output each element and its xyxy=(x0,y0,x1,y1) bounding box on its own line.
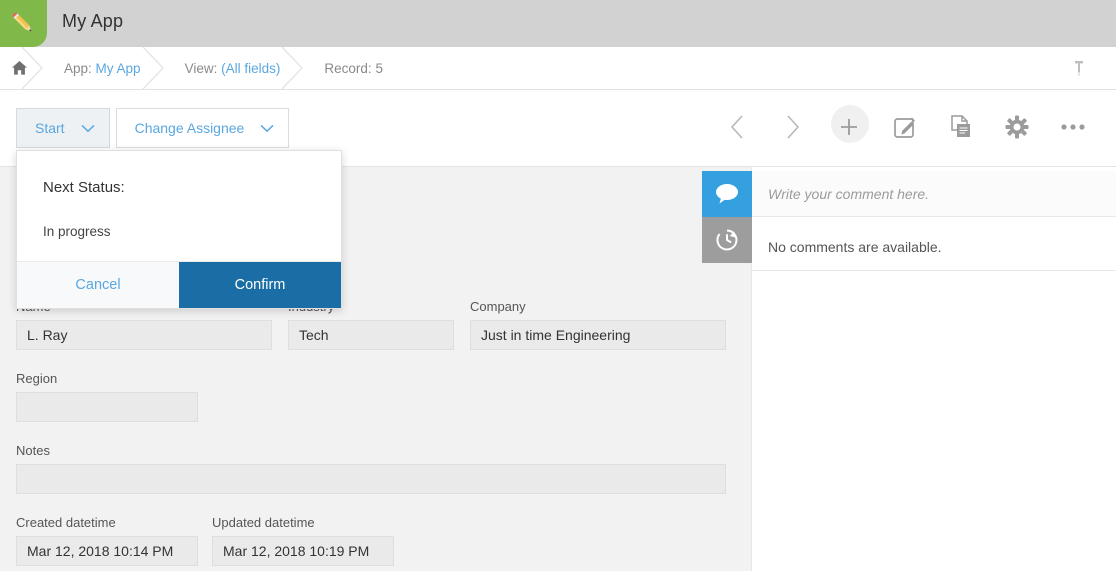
app-header: My App xyxy=(0,0,1116,47)
field-label-notes: Notes xyxy=(16,443,50,458)
comments-divider xyxy=(752,270,1116,271)
popup-actions: Cancel Confirm xyxy=(17,261,341,308)
change-assignee-button[interactable]: Change Assignee xyxy=(115,108,290,148)
breadcrumb: App: My App View: (All fields) Record: 5 xyxy=(0,47,1116,90)
chevron-down-icon xyxy=(81,120,95,136)
previous-record-icon[interactable] xyxy=(716,104,758,150)
breadcrumb-record-value: 5 xyxy=(375,60,383,76)
breadcrumb-app-value[interactable]: My App xyxy=(96,61,141,76)
breadcrumb-separator xyxy=(21,47,43,89)
field-input-notes[interactable] xyxy=(16,464,726,494)
field-input-updated-datetime[interactable]: Mar 12, 2018 10:19 PM xyxy=(212,536,394,566)
workflow-button-group: Start Change Assignee xyxy=(16,108,295,148)
more-options-icon[interactable] xyxy=(1052,104,1094,150)
pencil-app-icon xyxy=(0,0,47,47)
field-label-created-datetime: Created datetime xyxy=(16,515,116,530)
copy-record-icon[interactable] xyxy=(940,104,982,150)
next-record-icon[interactable] xyxy=(772,104,814,150)
field-input-created-datetime[interactable]: Mar 12, 2018 10:14 PM xyxy=(16,536,198,566)
comments-panel: Write your comment here. No comments are… xyxy=(702,167,1116,571)
breadcrumb-record-label: Record: xyxy=(324,60,372,76)
field-label-updated-datetime: Updated datetime xyxy=(212,515,315,530)
comment-input-placeholder: Write your comment here. xyxy=(768,185,930,202)
chevron-down-icon xyxy=(260,120,274,136)
add-record-icon[interactable] xyxy=(828,104,870,150)
start-button-label: Start xyxy=(35,120,65,136)
breadcrumb-item-app[interactable]: App: My App xyxy=(42,47,164,89)
comments-tab[interactable] xyxy=(702,171,752,217)
breadcrumb-view-label: View: xyxy=(184,60,218,76)
breadcrumb-home[interactable] xyxy=(0,47,43,89)
settings-icon[interactable] xyxy=(996,104,1038,150)
field-created-datetime: Created datetime Mar 12, 2018 10:14 PM xyxy=(16,515,198,566)
field-region: Region xyxy=(16,371,198,422)
field-input-region[interactable] xyxy=(16,392,198,422)
breadcrumb-separator xyxy=(142,47,164,89)
breadcrumb-view-value[interactable]: (All fields) xyxy=(221,61,280,76)
field-input-name[interactable]: L. Ray xyxy=(16,320,272,350)
toolbar-icon-group xyxy=(716,104,1094,150)
next-status-popup: Next Status: In progress Cancel Confirm xyxy=(16,150,342,309)
breadcrumb-item-view[interactable]: View: (All fields) xyxy=(163,47,304,89)
confirm-button[interactable]: Confirm xyxy=(179,262,341,308)
breadcrumb-separator xyxy=(281,47,304,89)
history-clock-icon xyxy=(716,229,738,251)
popup-title: Next Status: xyxy=(43,179,125,196)
app-root: My App App: My App View: (All fields) Re… xyxy=(0,0,1116,571)
breadcrumb-app-label: App: xyxy=(64,60,92,76)
change-assignee-label: Change Assignee xyxy=(134,120,245,136)
cancel-button[interactable]: Cancel xyxy=(17,262,179,308)
field-updated-datetime: Updated datetime Mar 12, 2018 10:19 PM xyxy=(212,515,394,566)
field-notes: Notes xyxy=(16,443,726,494)
field-input-industry[interactable]: Tech xyxy=(288,320,454,350)
start-button[interactable]: Start xyxy=(16,108,110,148)
popup-body: Next Status: In progress xyxy=(17,151,341,261)
popup-next-status-value: In progress xyxy=(43,224,111,239)
pin-icon[interactable] xyxy=(1070,59,1088,79)
app-title: My App xyxy=(62,11,124,31)
edit-record-icon[interactable] xyxy=(884,104,926,150)
field-label-region: Region xyxy=(16,371,58,386)
field-label-company: Company xyxy=(470,299,526,314)
field-input-company[interactable]: Just in time Engineering xyxy=(470,320,726,350)
panel-side-tabs xyxy=(702,171,752,263)
field-company: Company Just in time Engineering xyxy=(470,299,726,350)
comment-input[interactable]: Write your comment here. xyxy=(752,171,1116,217)
breadcrumb-item-record: Record: 5 xyxy=(302,47,405,89)
comment-bubble-icon xyxy=(716,184,738,204)
comments-empty-message: No comments are available. xyxy=(768,239,942,255)
history-tab[interactable] xyxy=(702,217,752,263)
